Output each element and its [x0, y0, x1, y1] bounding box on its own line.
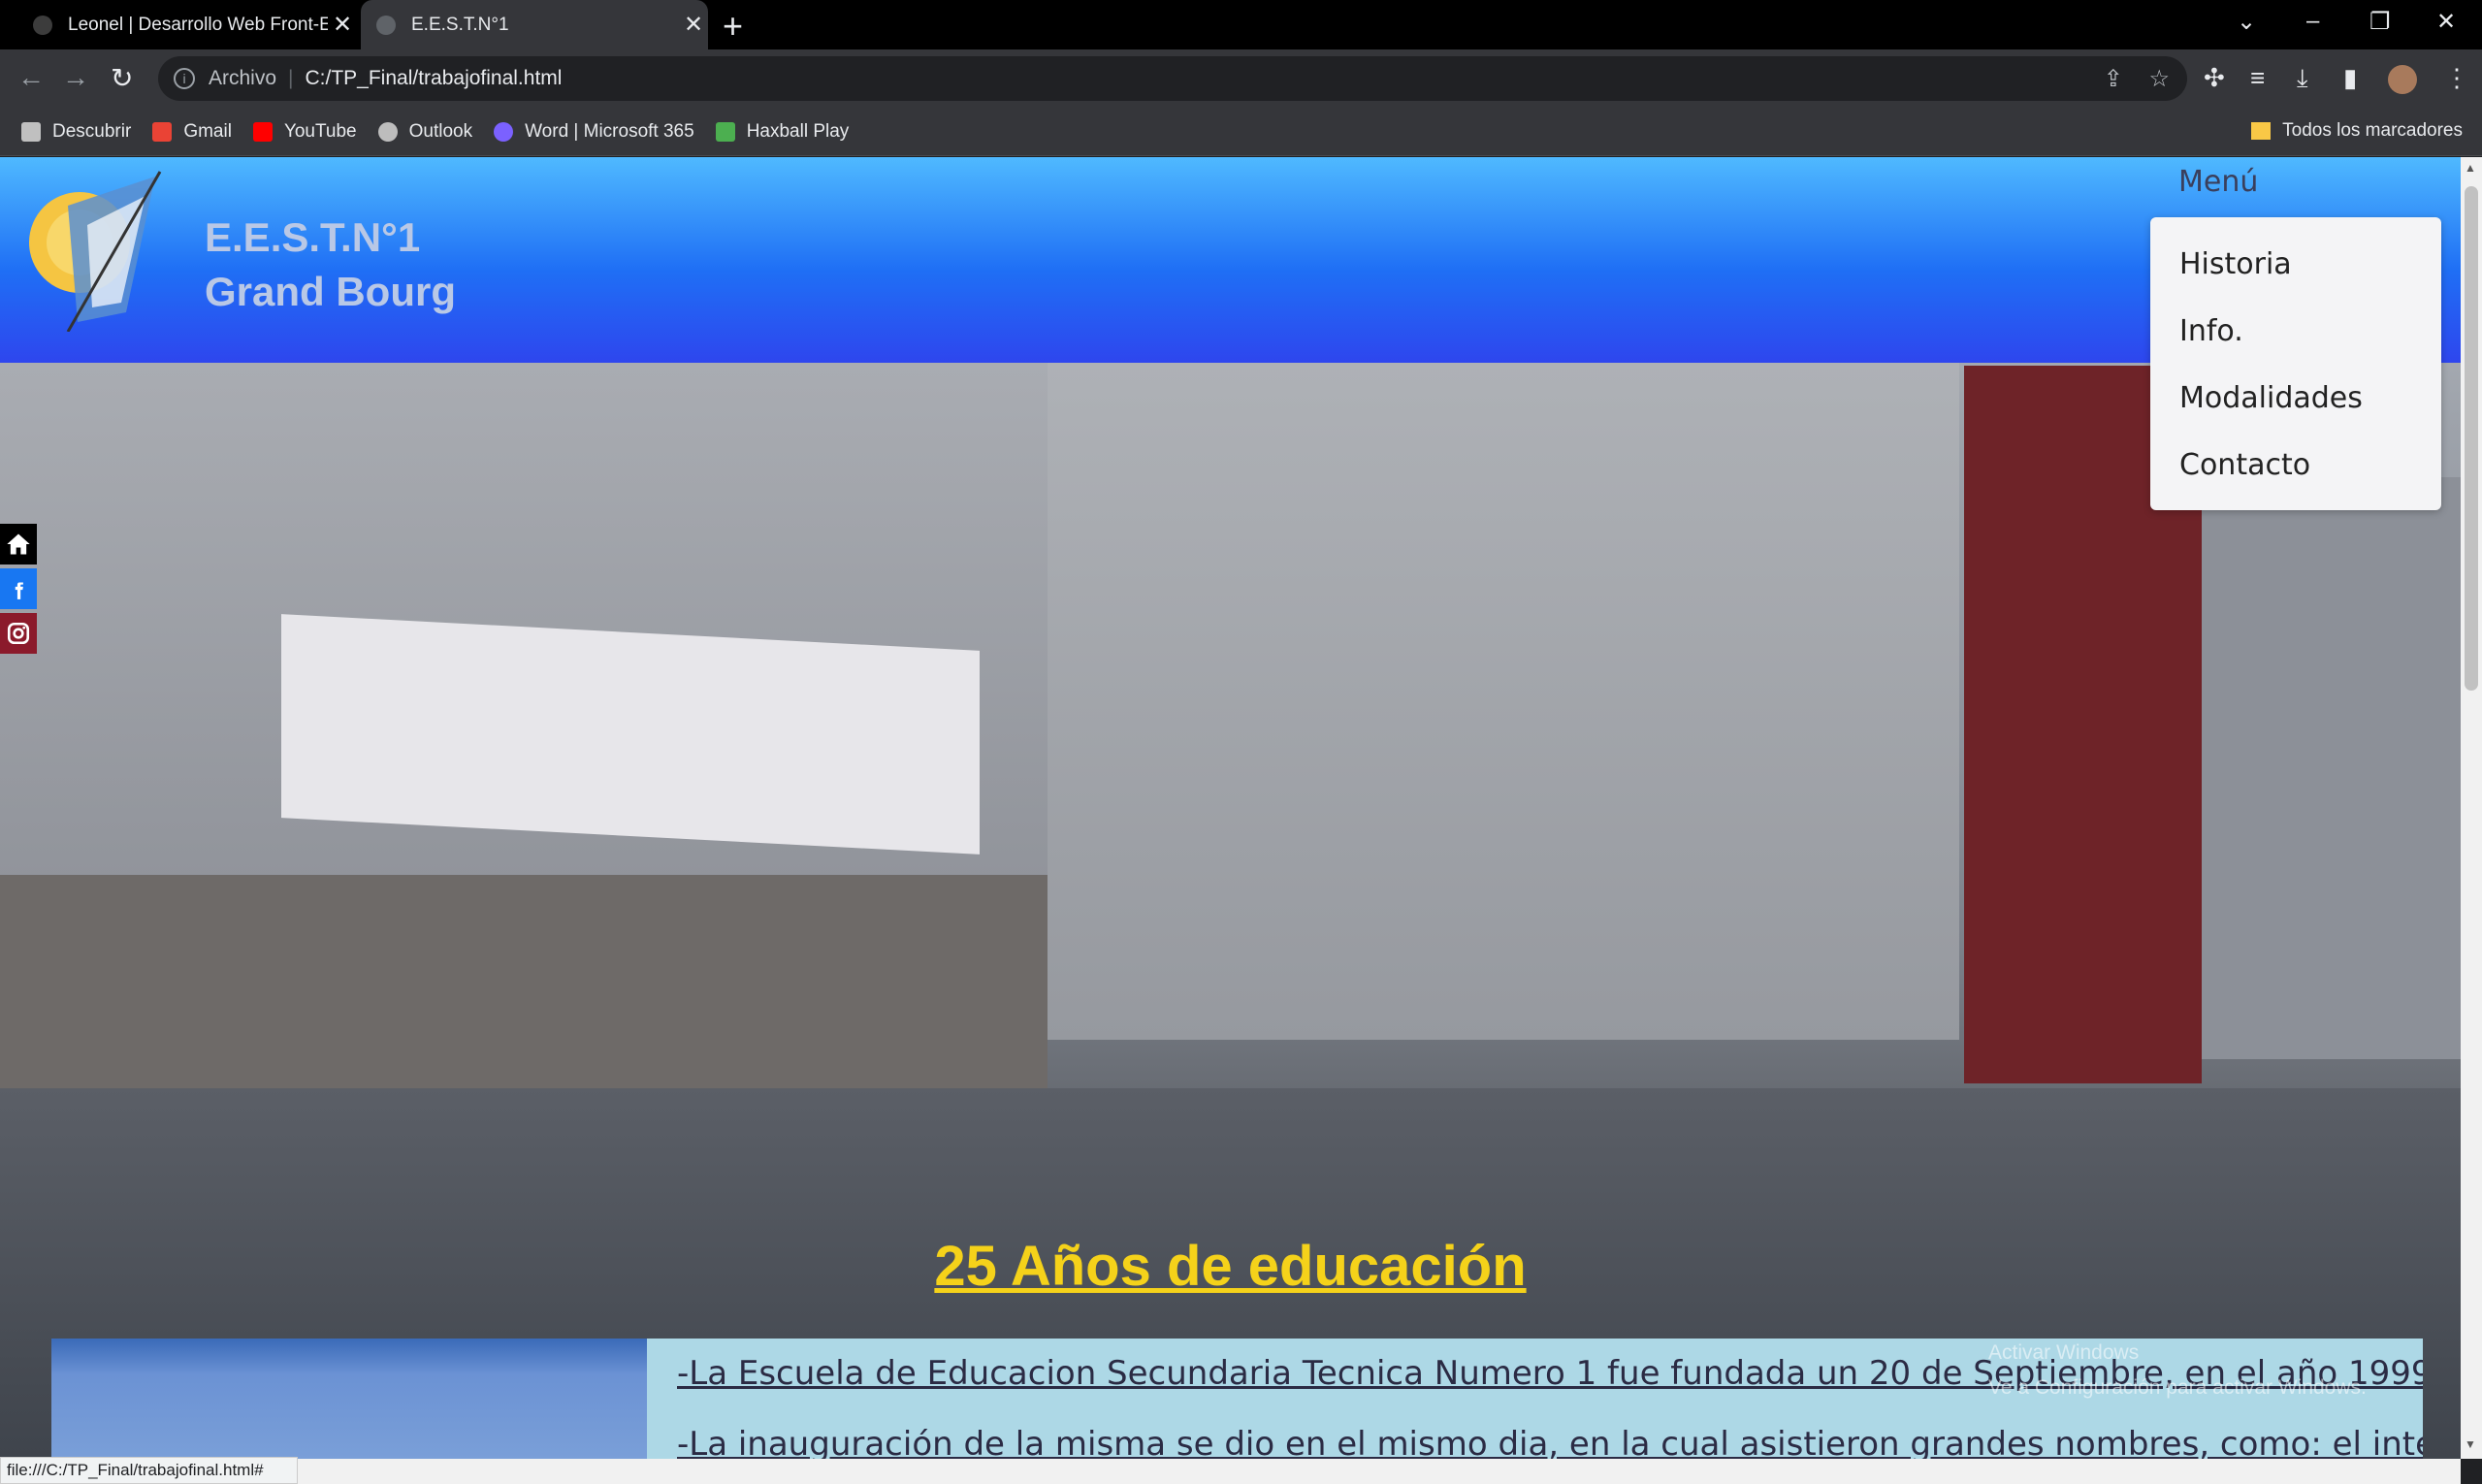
- reload-icon[interactable]: ↻: [111, 62, 133, 94]
- tab-favicon: [33, 15, 52, 35]
- site-brand: E.E.S.T.N°1 Grand Bourg: [205, 210, 456, 319]
- tab-inactive[interactable]: Leonel | Desarrollo Web Front-End ✕: [17, 0, 357, 49]
- bookmark-label: Outlook: [408, 120, 473, 142]
- menu-item-contacto[interactable]: Contacto: [2150, 437, 2441, 504]
- menu-item-historia[interactable]: Historia: [2150, 237, 2441, 304]
- bookmark-label: Haxball Play: [746, 120, 850, 142]
- tab-active[interactable]: E.E.S.T.N°1 ✕: [361, 0, 708, 49]
- windows-activation-watermark: Activar Windows Ve a Configuración para …: [1988, 1336, 2367, 1405]
- bookmark-label: Gmail: [183, 120, 232, 142]
- watermark-line2: Ve a Configuración para activar Windows.: [1988, 1376, 2367, 1399]
- gmail-icon: [152, 121, 173, 142]
- menu-dropdown: Historia Info. Modalidades Contacto: [2150, 217, 2441, 510]
- youtube-icon: [252, 121, 273, 142]
- facebook-icon[interactable]: [0, 568, 37, 609]
- tab-title: Leonel | Desarrollo Web Front-End: [68, 14, 328, 35]
- menu-item-info[interactable]: Info.: [2150, 304, 2441, 371]
- back-icon[interactable]: ←: [17, 62, 45, 93]
- extensions-icon[interactable]: ✣: [2204, 63, 2225, 93]
- menu-item-modalidades[interactable]: Modalidades: [2150, 371, 2441, 437]
- history-paragraph: -La inauguración de la misma se dio en e…: [677, 1425, 2423, 1459]
- bookmark-label: Descubrir: [52, 120, 132, 142]
- photo-wall-right: [1048, 361, 1959, 1040]
- tab-search-icon[interactable]: ⌄: [2237, 8, 2256, 36]
- bookmark-label: YouTube: [283, 120, 357, 142]
- bookmark-gmail[interactable]: Gmail: [152, 121, 232, 143]
- omnibox-tools: ⇪ ☆: [2104, 65, 2170, 93]
- watermark-line1: Activar Windows: [1988, 1341, 2140, 1364]
- scroll-down-icon[interactable]: ▼: [2465, 1437, 2476, 1451]
- bookmarks-bar: Descubrir Gmail YouTube Outlook Word | M…: [0, 108, 2482, 156]
- share-icon[interactable]: ⇪: [2104, 66, 2123, 92]
- bookmarks-folder[interactable]: Todos los marcadores: [2251, 120, 2463, 142]
- school-logo: [29, 171, 162, 332]
- brand-line1: E.E.S.T.N°1: [205, 214, 421, 260]
- bookmark-haxball[interactable]: Haxball Play: [715, 120, 850, 143]
- discover-icon: [21, 121, 41, 142]
- new-tab-icon[interactable]: +: [723, 6, 743, 47]
- vertical-scrollbar[interactable]: ▲ ▼: [2461, 157, 2482, 1459]
- instagram-icon[interactable]: [0, 613, 37, 654]
- address-bar[interactable]: i Archivo | C:/TP_Final/trabajofinal.htm…: [158, 56, 2187, 101]
- minimize-icon[interactable]: –: [2306, 8, 2319, 35]
- side-panel-icon[interactable]: ▮: [2343, 63, 2357, 93]
- menu-toggle[interactable]: Menú: [2178, 165, 2258, 199]
- haxball-icon: [715, 121, 735, 142]
- download-icon[interactable]: ⤓: [2297, 63, 2308, 94]
- more-menu-icon[interactable]: ⋮: [2444, 63, 2469, 93]
- close-icon[interactable]: ✕: [328, 11, 357, 39]
- horizontal-scrollbar[interactable]: [298, 1459, 2461, 1484]
- avatar[interactable]: [2388, 65, 2417, 94]
- bookmark-star-icon[interactable]: ☆: [2148, 66, 2170, 92]
- address-scheme: Archivo: [209, 67, 277, 89]
- bookmark-descubrir[interactable]: Descubrir: [21, 121, 131, 143]
- scrollbar-thumb[interactable]: [2465, 186, 2478, 691]
- reading-list-icon[interactable]: ≡: [2250, 63, 2265, 93]
- bookmarks-folder-label: Todos los marcadores: [2282, 120, 2463, 141]
- word-icon: [494, 121, 514, 142]
- section-image: [51, 1339, 647, 1459]
- photo-banner: [281, 614, 980, 855]
- globe-icon: [376, 15, 396, 35]
- page-viewport: E.E.S.T.N°1 Grand Bourg Menú Historia In…: [0, 157, 2461, 1459]
- bookmark-word[interactable]: Word | Microsoft 365: [494, 121, 694, 143]
- info-icon[interactable]: i: [174, 68, 195, 89]
- address-separator: |: [288, 67, 294, 89]
- restore-icon[interactable]: ❐: [2369, 8, 2391, 36]
- brand-line2: Grand Bourg: [205, 269, 456, 314]
- browser-toolbar: ← → ↻ i Archivo | C:/TP_Final/trabajofin…: [0, 49, 2482, 108]
- forward-icon[interactable]: →: [62, 62, 89, 93]
- scroll-up-icon[interactable]: ▲: [2465, 161, 2476, 175]
- folder-icon: [2251, 122, 2272, 140]
- photo-wall-far: [2202, 477, 2461, 1059]
- bookmark-outlook[interactable]: Outlook: [377, 120, 473, 143]
- tab-strip: Leonel | Desarrollo Web Front-End ✕ E.E.…: [0, 0, 2482, 49]
- bookmark-label: Word | Microsoft 365: [525, 120, 694, 142]
- tab-title: E.E.S.T.N°1: [411, 14, 509, 35]
- bookmark-youtube[interactable]: YouTube: [252, 120, 357, 143]
- status-url: file:///C:/TP_Final/trabajofinal.html#: [0, 1457, 298, 1484]
- home-icon[interactable]: [0, 524, 37, 565]
- outlook-icon: [377, 121, 398, 142]
- page-headline: 25 Años de educación: [934, 1235, 1527, 1298]
- window-close-icon[interactable]: ✕: [2436, 8, 2456, 36]
- address-url: C:/TP_Final/trabajofinal.html: [305, 67, 563, 89]
- close-icon[interactable]: ✕: [679, 11, 708, 39]
